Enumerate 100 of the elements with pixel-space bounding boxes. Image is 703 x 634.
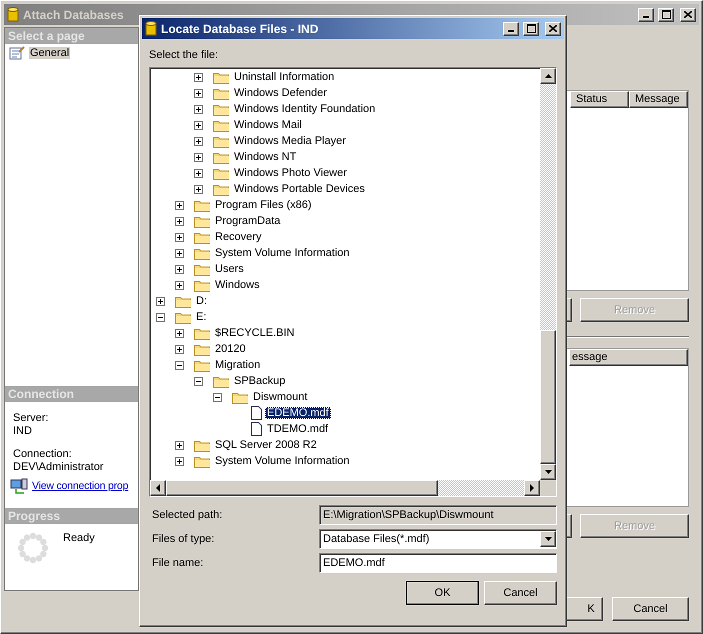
expand-icon[interactable]	[175, 200, 184, 210]
folder-item[interactable]: ProgramData	[213, 215, 282, 227]
path-input[interactable]: E:\Migration\SPBackup\Diswmount	[323, 509, 556, 521]
folder-item[interactable]: Windows Identity Foundation	[232, 103, 378, 115]
folder-icon	[213, 166, 229, 180]
folder-item[interactable]: Recovery	[213, 231, 264, 243]
dropdown-button[interactable]	[540, 531, 556, 547]
page-item[interactable]: General	[29, 47, 70, 59]
horizontal-scrollbar[interactable]	[150, 480, 540, 496]
expand-icon[interactable]	[175, 440, 184, 450]
folder-icon	[194, 262, 210, 276]
folder-item[interactable]: Migration	[213, 359, 262, 371]
folder-item[interactable]: Windows Portable Devices	[232, 183, 367, 195]
file-name-input[interactable]: EDEMO.mdf	[323, 557, 556, 569]
folder-item[interactable]: Windows Photo Viewer	[232, 167, 349, 179]
folder-item[interactable]: $RECYCLE.BIN	[213, 327, 296, 339]
folder-item[interactable]: SQL Server 2008 R2	[213, 439, 319, 451]
section-header: Select a page	[5, 28, 138, 44]
folder-icon	[194, 230, 210, 244]
file-icon	[251, 422, 262, 436]
minimize-button[interactable]	[503, 22, 519, 36]
expand-icon[interactable]	[194, 88, 203, 98]
ok-button[interactable]: OK	[406, 581, 479, 605]
folder-item[interactable]: Uninstall Information	[232, 71, 336, 83]
view-properties-link[interactable]: View connection prop	[32, 480, 128, 492]
folder-icon	[194, 198, 210, 212]
file-name-field[interactable]: EDEMO.mdf	[319, 553, 557, 573]
section-header: Connection	[5, 386, 138, 402]
prompt-label: Select the file:	[149, 49, 220, 63]
expand-icon[interactable]	[194, 136, 203, 146]
path-field[interactable]: E:\Migration\SPBackup\Diswmount	[319, 505, 557, 525]
collapse-icon[interactable]	[194, 376, 203, 386]
folder-item[interactable]: Windows	[213, 279, 262, 291]
field-label: Files of type:	[151, 533, 216, 545]
close-icon	[549, 25, 557, 32]
up-arrow-icon	[544, 73, 552, 79]
maximize-icon	[526, 24, 536, 33]
folder-icon	[194, 342, 210, 356]
folder-item[interactable]: Program Files (x86)	[213, 199, 314, 211]
expand-icon[interactable]	[194, 152, 203, 162]
maximize-button[interactable]	[658, 8, 674, 22]
expand-icon[interactable]	[175, 216, 184, 226]
folder-item[interactable]: Diswmount	[251, 391, 310, 403]
database-icon	[145, 20, 157, 36]
collapse-icon[interactable]	[156, 312, 165, 322]
expand-icon[interactable]	[175, 248, 184, 258]
cancel-button[interactable]: Cancel	[484, 581, 557, 605]
folder-item[interactable]: Windows Media Player	[232, 135, 348, 147]
file-item[interactable]: EDEMO.mdf	[265, 407, 331, 419]
down-arrow-icon	[544, 469, 552, 475]
section-header: Progress	[5, 508, 138, 524]
folder-icon	[175, 310, 191, 324]
database-icon	[7, 6, 19, 22]
folder-icon	[213, 374, 229, 388]
expand-icon[interactable]	[175, 456, 184, 466]
folder-item[interactable]: 20120	[213, 343, 248, 355]
folder-icon	[213, 70, 229, 84]
folder-item[interactable]: System Volume Information	[213, 247, 352, 259]
close-button[interactable]	[545, 22, 561, 36]
folder-item[interactable]: Users	[213, 263, 246, 275]
expand-icon[interactable]	[194, 168, 203, 178]
file-type-input[interactable]: Database Files(*.mdf)	[323, 533, 540, 545]
page-icon	[9, 46, 25, 60]
expand-icon[interactable]	[175, 328, 184, 338]
expand-icon[interactable]	[175, 264, 184, 274]
cancel-button[interactable]: Cancel	[612, 597, 689, 621]
vertical-scrollbar[interactable]	[540, 68, 556, 480]
collapse-icon[interactable]	[213, 392, 222, 402]
folder-item[interactable]: Windows Defender	[232, 87, 329, 99]
maximize-button[interactable]	[523, 22, 539, 36]
expand-icon[interactable]	[175, 280, 184, 290]
file-item[interactable]: TDEMO.mdf	[265, 423, 330, 435]
minimize-button[interactable]	[638, 8, 654, 22]
folder-icon	[194, 438, 210, 452]
expand-icon[interactable]	[156, 296, 165, 306]
folder-item[interactable]: System Volume Information	[213, 455, 352, 467]
expand-icon[interactable]	[194, 104, 203, 114]
expand-icon[interactable]	[175, 344, 184, 354]
column-header[interactable]: Status	[570, 91, 629, 108]
expand-icon[interactable]	[194, 72, 203, 82]
progress-status: Ready	[63, 532, 95, 546]
left-arrow-icon	[155, 484, 161, 492]
folder-icon	[194, 246, 210, 260]
collapse-icon[interactable]	[175, 360, 184, 370]
expand-icon[interactable]	[175, 232, 184, 242]
folder-item[interactable]: SPBackup	[232, 375, 288, 387]
column-header[interactable]: essage	[569, 349, 688, 366]
expand-icon[interactable]	[194, 184, 203, 194]
column-header[interactable]: Message	[629, 91, 688, 108]
folder-item[interactable]: Windows Mail	[232, 119, 304, 131]
folder-item[interactable]: E:	[194, 311, 208, 323]
folder-icon	[194, 214, 210, 228]
expand-icon[interactable]	[194, 120, 203, 130]
close-button[interactable]	[680, 8, 696, 22]
folder-item[interactable]: D:	[194, 295, 209, 307]
file-type-dropdown[interactable]: Database Files(*.mdf)	[319, 529, 557, 549]
folder-icon	[213, 118, 229, 132]
file-icon	[251, 406, 262, 420]
maximize-icon	[662, 10, 670, 19]
folder-item[interactable]: Windows NT	[232, 151, 298, 163]
